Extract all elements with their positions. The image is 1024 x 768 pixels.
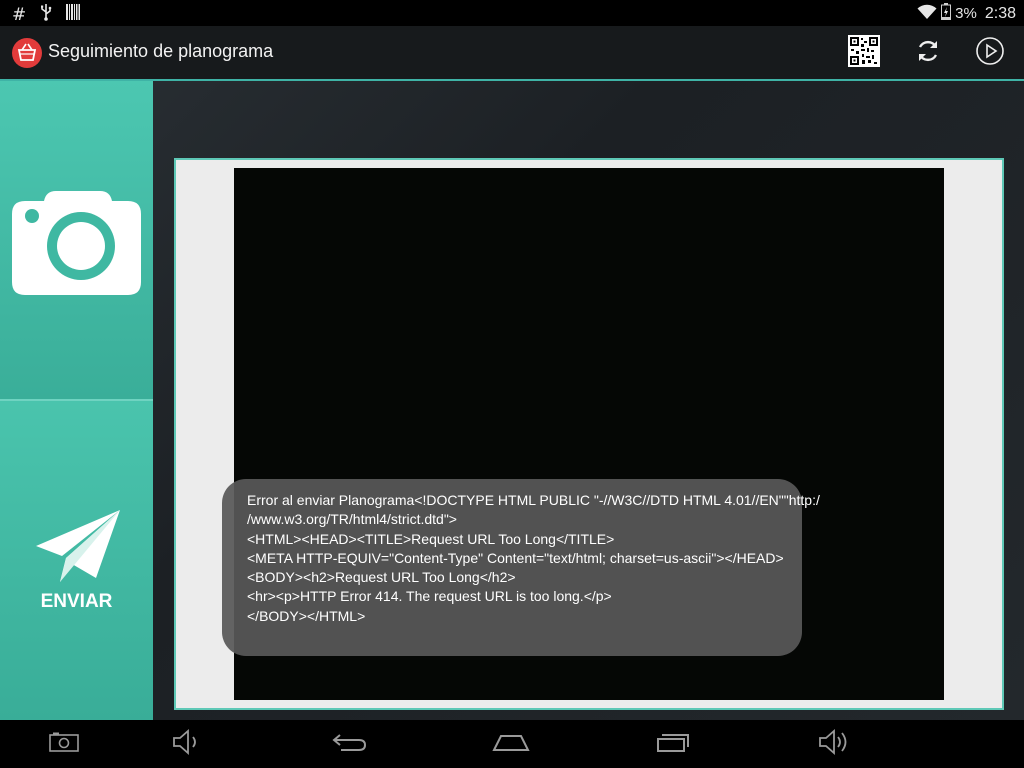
refresh-icon	[915, 38, 941, 69]
battery-charging-icon	[941, 3, 952, 24]
status-bar: # 3% 2:38	[0, 0, 1024, 26]
clock: 2:38	[984, 4, 1016, 22]
screenshot-button[interactable]	[42, 728, 86, 760]
home-button[interactable]	[489, 728, 533, 760]
basket-icon[interactable]	[12, 38, 42, 68]
usb-icon	[40, 3, 52, 26]
toast-line: </BODY></HTML>	[247, 607, 366, 624]
toast-line: <META HTTP-EQUIV="Content-Type" Content=…	[247, 549, 784, 566]
play-circle-icon	[975, 36, 1005, 71]
toast-line: /www.w3.org/TR/html4/strict.dtd">	[247, 511, 457, 528]
screenshot-icon	[49, 732, 79, 757]
recent-apps-button[interactable]	[652, 728, 696, 760]
hash-icon: #	[12, 4, 27, 25]
battery-level: 3%	[955, 5, 977, 22]
action-bar: Seguimiento de planograma	[0, 26, 1024, 81]
send-button[interactable]: ENVIAR	[0, 401, 153, 720]
volume-up-icon	[818, 728, 852, 761]
camera-icon	[12, 191, 142, 300]
volume-up-button[interactable]	[813, 728, 857, 760]
volume-down-icon	[172, 728, 202, 760]
page-title: Seguimiento de planograma	[48, 41, 274, 61]
play-button[interactable]	[973, 36, 1007, 70]
camera-button[interactable]	[0, 81, 153, 401]
qr-code-button[interactable]	[847, 34, 881, 72]
refresh-button[interactable]	[911, 36, 945, 70]
toast-line: Error al enviar Planograma<!DOCTYPE HTML…	[247, 492, 820, 508]
toast-line: <BODY><h2>Request URL Too Long</h2>	[247, 569, 516, 586]
toast-line: <hr><p>HTTP Error 414. The request URL i…	[247, 588, 612, 605]
back-button[interactable]	[327, 728, 371, 760]
barcode-icon	[66, 4, 81, 25]
toast-line: <HTML><HEAD><TITLE>Request URL Too Long<…	[247, 530, 615, 547]
home-icon	[492, 732, 530, 757]
wifi-icon	[917, 4, 937, 24]
send-label: ENVIAR	[40, 591, 113, 612]
navigation-bar	[0, 720, 1024, 768]
side-panel: ENVIAR	[0, 81, 153, 720]
qr-code-icon	[848, 34, 880, 72]
back-icon	[331, 732, 367, 757]
volume-down-button[interactable]	[165, 728, 209, 760]
paper-plane-icon	[34, 508, 122, 593]
recent-apps-icon	[656, 731, 692, 758]
error-toast: Error al enviar Planograma<!DOCTYPE HTML…	[222, 479, 820, 656]
